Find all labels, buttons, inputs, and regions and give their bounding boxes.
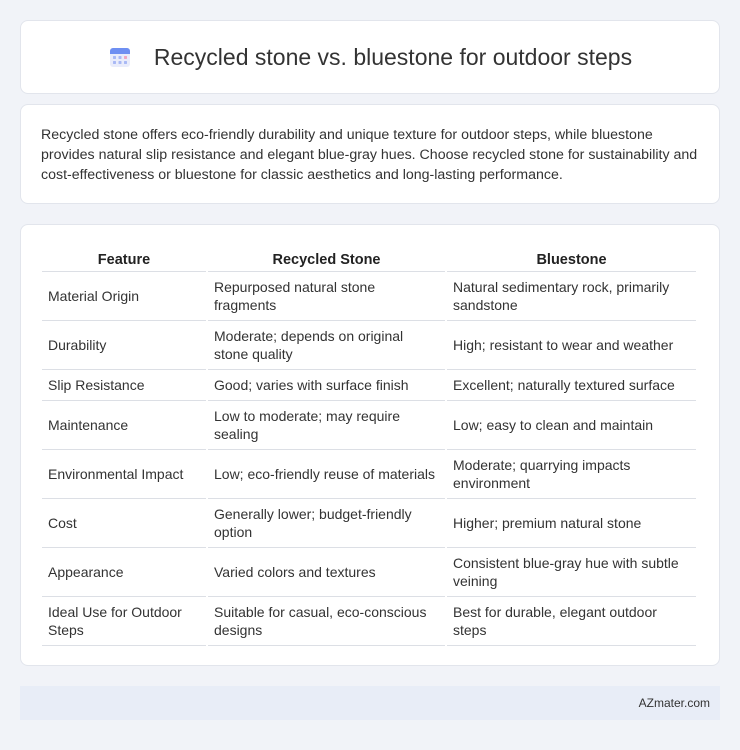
recycled-stone-cell: Repurposed natural stone fragments xyxy=(208,272,445,321)
recycled-stone-cell: Low to moderate; may require sealing xyxy=(208,401,445,450)
bluestone-cell: Consistent blue-gray hue with subtle vei… xyxy=(447,548,696,597)
table-row: Maintenance Low to moderate; may require… xyxy=(42,401,696,450)
footer-source: AZmater.com xyxy=(638,696,710,710)
bluestone-cell: Moderate; quarrying impacts environment xyxy=(447,450,696,499)
bluestone-cell: Higher; premium natural stone xyxy=(447,499,696,548)
feature-cell: Material Origin xyxy=(42,272,206,321)
feature-cell: Environmental Impact xyxy=(42,450,206,499)
page-title: Recycled stone vs. bluestone for outdoor… xyxy=(153,43,633,70)
bluestone-cell: Natural sedimentary rock, primarily sand… xyxy=(447,272,696,321)
bluestone-cell: High; resistant to wear and weather xyxy=(447,321,696,370)
feature-cell: Appearance xyxy=(42,548,206,597)
summary-card: Recycled stone offers eco-friendly durab… xyxy=(20,104,720,204)
bluestone-cell: Low; easy to clean and maintain xyxy=(447,401,696,450)
recycled-stone-cell: Suitable for casual, eco-conscious desig… xyxy=(208,597,445,646)
table-row: Cost Generally lower; budget-friendly op… xyxy=(42,499,696,548)
comparison-table-card: Feature Recycled Stone Bluestone Materia… xyxy=(20,224,720,666)
recycled-stone-cell: Good; varies with surface finish xyxy=(208,370,445,401)
table-row: Material Origin Repurposed natural stone… xyxy=(42,272,696,321)
bluestone-cell: Best for durable, elegant outdoor steps xyxy=(447,597,696,646)
table-row: Environmental Impact Low; eco-friendly r… xyxy=(42,450,696,499)
summary-text: Recycled stone offers eco-friendly durab… xyxy=(41,127,698,183)
table-row: Slip Resistance Good; varies with surfac… xyxy=(42,370,696,401)
table-header-row: Feature Recycled Stone Bluestone xyxy=(42,245,696,272)
recycled-stone-cell: Varied colors and textures xyxy=(208,548,445,597)
table-row: Appearance Varied colors and textures Co… xyxy=(42,548,696,597)
table-row: Ideal Use for Outdoor Steps Suitable for… xyxy=(42,597,696,646)
header-recycled-stone: Recycled Stone xyxy=(208,245,445,272)
bluestone-cell: Excellent; naturally textured surface xyxy=(447,370,696,401)
header-bluestone: Bluestone xyxy=(447,245,696,272)
feature-cell: Slip Resistance xyxy=(42,370,206,401)
header-feature: Feature xyxy=(42,245,206,272)
recycled-stone-cell: Generally lower; budget-friendly option xyxy=(208,499,445,548)
calendar-icon xyxy=(109,48,130,67)
feature-cell: Ideal Use for Outdoor Steps xyxy=(42,597,206,646)
feature-cell: Durability xyxy=(42,321,206,370)
title-card: Recycled stone vs. bluestone for outdoor… xyxy=(20,20,720,94)
feature-cell: Cost xyxy=(42,499,206,548)
footer: AZmater.com xyxy=(20,686,720,720)
recycled-stone-cell: Low; eco-friendly reuse of materials xyxy=(208,450,445,499)
table-row: Durability Moderate; depends on original… xyxy=(42,321,696,370)
recycled-stone-cell: Moderate; depends on original stone qual… xyxy=(208,321,445,370)
feature-cell: Maintenance xyxy=(42,401,206,450)
comparison-table: Feature Recycled Stone Bluestone Materia… xyxy=(40,245,698,646)
